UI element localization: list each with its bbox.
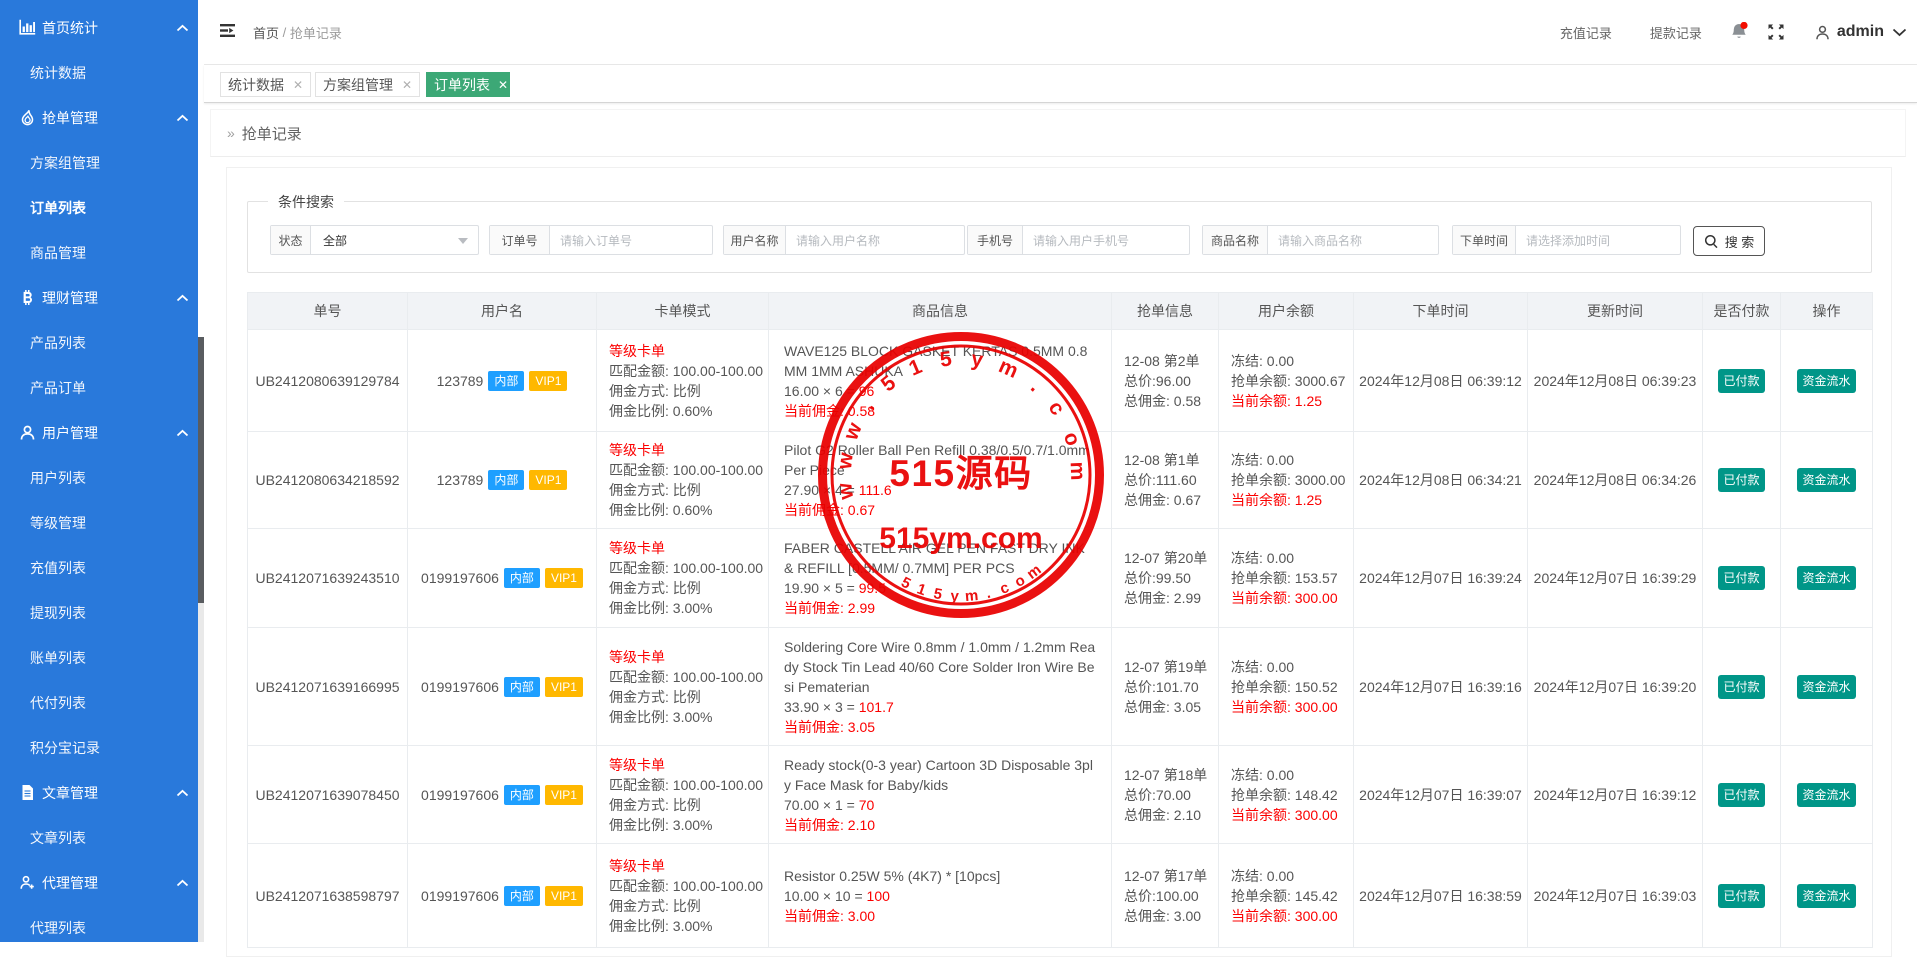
svg-text:5: 5 xyxy=(877,371,901,396)
svg-text:w: w xyxy=(833,481,858,502)
svg-text:c: c xyxy=(998,579,1012,598)
svg-text:o: o xyxy=(1059,429,1085,448)
svg-text:1: 1 xyxy=(906,355,926,381)
svg-text:.: . xyxy=(857,396,879,415)
svg-text:.: . xyxy=(1026,375,1045,396)
svg-text:5: 5 xyxy=(932,585,943,603)
svg-text:1: 1 xyxy=(915,580,928,599)
svg-text:.: . xyxy=(984,585,992,603)
svg-text:515ym.com: 515ym.com xyxy=(879,522,1042,555)
svg-text:y: y xyxy=(970,347,985,371)
svg-text:5: 5 xyxy=(898,574,913,593)
svg-text:w: w xyxy=(839,419,867,444)
svg-text:515源码: 515源码 xyxy=(889,453,1032,494)
svg-text:m: m xyxy=(964,587,979,605)
svg-text:5: 5 xyxy=(938,347,953,371)
svg-text:m: m xyxy=(1066,461,1090,480)
svg-text:m: m xyxy=(1024,561,1045,583)
svg-text:c: c xyxy=(1044,397,1070,420)
svg-text:w: w xyxy=(833,451,858,472)
svg-text:y: y xyxy=(950,588,960,605)
